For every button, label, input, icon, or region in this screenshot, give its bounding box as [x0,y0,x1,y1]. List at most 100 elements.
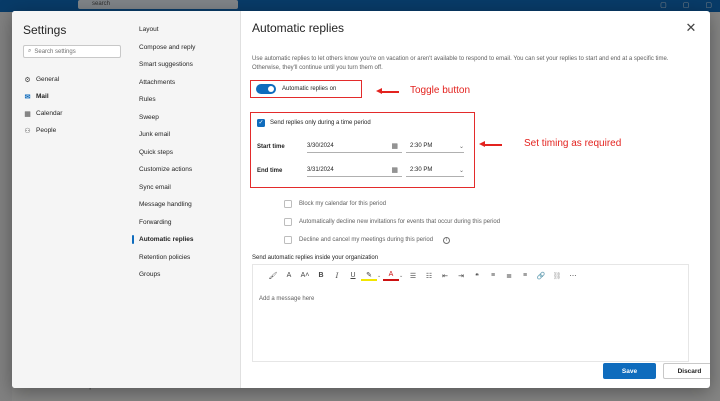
time-period-box: ✓ Send replies only during a time period… [250,112,475,188]
block-calendar-checkbox[interactable] [284,200,292,208]
chevron-down-icon[interactable]: ⌄ [459,143,464,150]
settings-search-placeholder: Search settings [34,48,76,55]
mail-icon: ✉ [24,93,31,101]
subnav-compose-and-reply[interactable]: Compose and reply [139,43,235,61]
decline-meetings-checkbox[interactable] [284,236,292,244]
automatic-replies-pane: Automatic replies ✕ Use automatic replie… [241,11,710,388]
nav-item-label: General [36,76,60,83]
subnav-rules[interactable]: Rules [139,95,235,113]
link-icon[interactable]: 🔗 [533,269,549,283]
font-color-icon[interactable]: A [383,270,399,281]
subnav-junk-email[interactable]: Junk email [139,130,235,148]
subnav-customize-actions[interactable]: Customize actions [139,165,235,183]
toggle-arrow-line [381,91,399,93]
underline-icon[interactable]: U [345,269,361,283]
option-label: Automatically decline new invitations fo… [299,219,501,225]
start-time-row: Start time 3/30/2024 ▦ 2:30 PM ⌄ [257,140,464,153]
gear-icon: ⚙ [24,76,31,84]
settings-nav-pane: Settings ⌕ Search settings ⚙ General ✉ M… [12,11,129,388]
end-time-label: End time [257,167,283,174]
nav-item-general[interactable]: ⚙ General [23,71,123,88]
nav-item-mail[interactable]: ✉ Mail [23,88,123,105]
people-icon: ⚇ [24,127,31,135]
editor-placeholder: Add a message here [259,296,315,302]
subnav-message-handling[interactable]: Message handling [139,200,235,218]
calendar-icon[interactable]: ▦ [391,166,398,174]
end-time-picker[interactable]: 2:30 PM ⌄ [406,164,464,177]
auto-replies-toggle-row: Automatic replies on [250,80,362,98]
highlight-icon[interactable]: ✎ [361,270,377,281]
auto-replies-toggle[interactable] [256,84,276,94]
decrease-indent-icon[interactable]: ⇤ [437,269,453,283]
discard-button[interactable]: Discard [663,363,710,379]
option-label: Decline and cancel my meetings during th… [299,237,434,243]
close-icon[interactable]: ✕ [684,21,698,35]
decline-invitations-checkbox[interactable] [284,218,292,226]
nav-item-label: People [36,127,57,134]
bold-icon[interactable]: B [313,269,329,283]
start-date-picker[interactable]: 3/30/2024 ▦ [307,140,402,153]
subnav-layout[interactable]: Layout [139,25,235,43]
unlink-icon[interactable]: ⛓ [549,269,565,283]
inside-org-label: Send automatic replies inside your organ… [252,255,379,261]
subnav-forwarding[interactable]: Forwarding [139,218,235,236]
option-block-calendar[interactable]: Block my calendar for this period [284,195,500,213]
font-icon[interactable]: A [281,269,297,283]
numbered-list-icon[interactable]: ☷ [421,269,437,283]
nav-item-calendar[interactable]: ▦ Calendar [23,105,123,122]
subnav-sweep[interactable]: Sweep [139,113,235,131]
align-right-icon[interactable]: ≡ [517,269,533,283]
start-time-picker[interactable]: 2:30 PM ⌄ [406,140,464,153]
settings-search-input[interactable]: ⌕ Search settings [23,45,121,58]
page-title: Automatic replies [252,21,345,35]
increase-indent-icon[interactable]: ⇥ [453,269,469,283]
nav-item-label: Mail [36,93,49,100]
save-button[interactable]: Save [603,363,656,379]
align-left-icon[interactable]: ≡ [485,269,501,283]
end-time-value: 2:30 PM [410,167,433,173]
end-date-value: 3/31/2024 [307,167,334,173]
subnav-retention-policies[interactable]: Retention policies [139,253,235,271]
subnav-attachments[interactable]: Attachments [139,78,235,96]
toggle-label: Automatic replies on [282,86,337,92]
start-date-value: 3/30/2024 [307,143,334,149]
subnav-groups[interactable]: Groups [139,270,235,288]
subnav-automatic-replies[interactable]: Automatic replies [132,235,235,253]
italic-icon[interactable]: I [329,269,345,283]
nav-item-label: Calendar [36,110,63,117]
subnav-sync-email[interactable]: Sync email [139,183,235,201]
settings-title: Settings [23,23,67,37]
search-icon: ⌕ [28,48,32,54]
option-decline-invitations[interactable]: Automatically decline new invitations fo… [284,213,500,231]
formatting-toolbar: 🖌 A A˄ B I U ✎ ⌄ A ⌄ ☰ ☷ ⇤ ⇥ ❝ ≡ ≣ ≡ 🔗 ⛓ [253,265,688,286]
description-text: Use automatic replies to let others know… [252,56,669,71]
time-period-checkbox[interactable]: ✓ [257,119,265,127]
start-time-label: Start time [257,143,285,150]
toggle-annotation: Toggle button [410,85,471,96]
chevron-down-icon[interactable]: ⌄ [459,167,464,174]
mail-subnav-list: Layout Compose and reply Smart suggestio… [132,25,235,288]
time-period-label: Send replies only during a time period [270,120,371,126]
timing-annotation: Set timing as required [524,138,622,149]
quote-icon[interactable]: ❝ [469,269,485,283]
subnav-smart-suggestions[interactable]: Smart suggestions [139,60,235,78]
more-options-icon[interactable]: ⋯ [565,269,581,283]
time-period-checkbox-row[interactable]: ✓ Send replies only during a time period [257,119,371,127]
end-time-row: End time 3/31/2024 ▦ 2:30 PM ⌄ [257,164,464,177]
nav-item-people[interactable]: ⚇ People [23,122,123,139]
font-size-icon[interactable]: A˄ [297,269,313,283]
option-label: Block my calendar for this period [299,201,387,207]
period-options-list: Block my calendar for this period Automa… [284,195,500,249]
message-editor[interactable]: 🖌 A A˄ B I U ✎ ⌄ A ⌄ ☰ ☷ ⇤ ⇥ ❝ ≡ ≣ ≡ 🔗 ⛓ [252,264,689,362]
option-decline-meetings[interactable]: Decline and cancel my meetings during th… [284,231,500,249]
format-painter-icon[interactable]: 🖌 [265,269,281,283]
info-icon[interactable]: i [443,236,451,244]
start-time-value: 2:30 PM [410,143,433,149]
end-date-picker[interactable]: 3/31/2024 ▦ [307,164,402,177]
settings-modal: Settings ⌕ Search settings ⚙ General ✉ M… [12,11,710,388]
subnav-quick-steps[interactable]: Quick steps [139,148,235,166]
calendar-icon[interactable]: ▦ [391,142,398,150]
bullet-list-icon[interactable]: ☰ [405,269,421,283]
align-center-icon[interactable]: ≣ [501,269,517,283]
calendar-icon: ▦ [24,110,31,118]
